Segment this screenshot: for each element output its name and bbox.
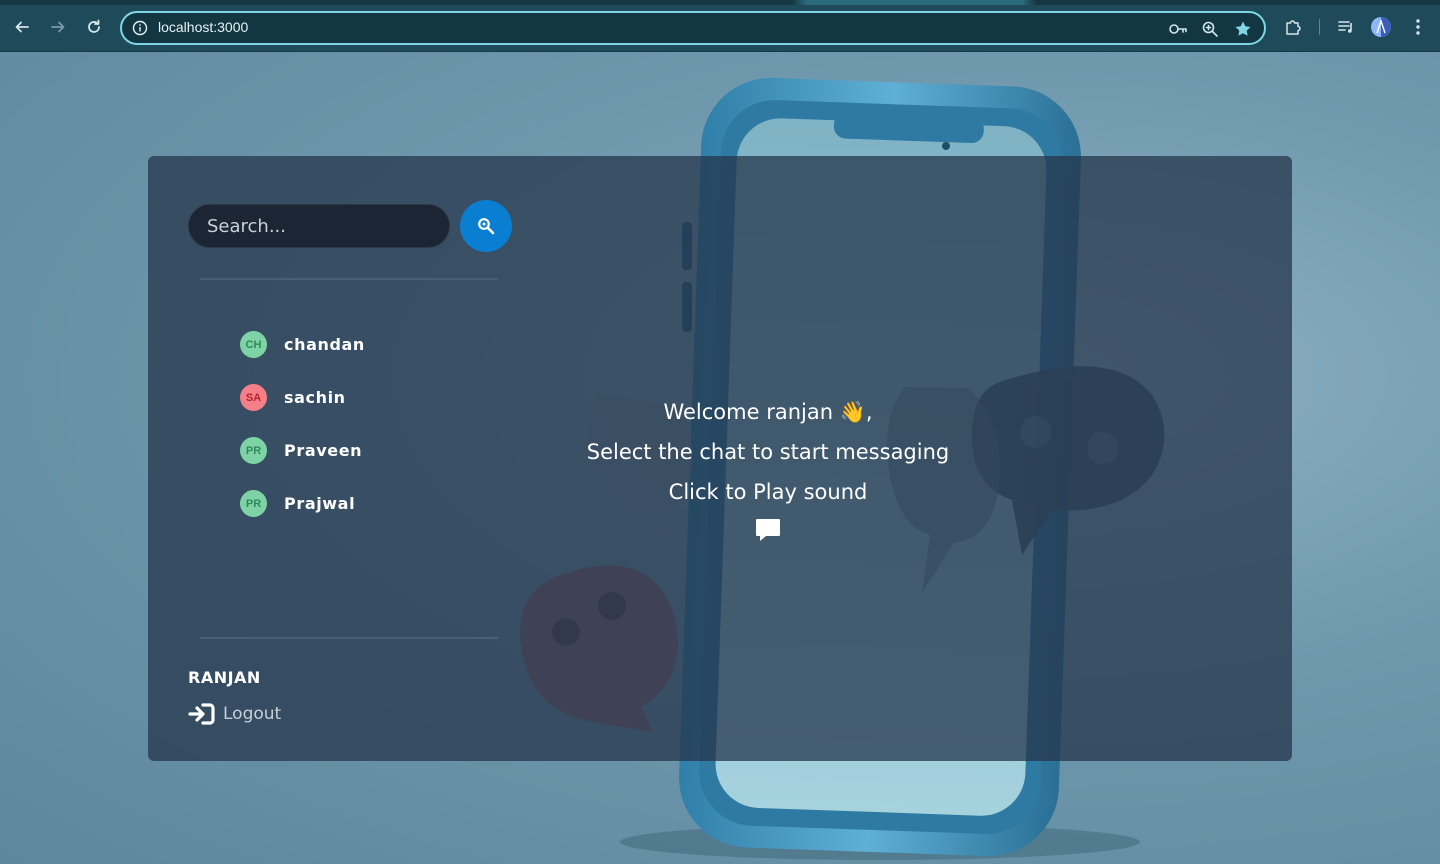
- profile-avatar[interactable]: [1370, 16, 1392, 38]
- zoom-icon[interactable]: [1200, 19, 1220, 39]
- welcome-message: Welcome ranjan 👋, Select the chat to sta…: [518, 392, 1018, 557]
- message-icon[interactable]: [754, 516, 782, 557]
- avatar: SA: [240, 384, 267, 411]
- contact-name: chandan: [284, 335, 365, 354]
- divider: [200, 278, 498, 280]
- contact-item-chandan[interactable]: CH chandan: [240, 318, 500, 371]
- logout-label: Logout: [223, 704, 282, 724]
- current-user-name: RANJAN: [188, 668, 261, 687]
- toolbar-separator: [1319, 19, 1320, 35]
- bookmark-star-icon[interactable]: [1233, 19, 1253, 39]
- divider: [200, 637, 498, 639]
- search-input[interactable]: [188, 204, 450, 248]
- site-info-icon[interactable]: [132, 20, 148, 36]
- contact-name: Praveen: [284, 441, 363, 460]
- sidebar: CH chandan SA sachin PR Praveen PR Prajw…: [148, 156, 518, 761]
- contact-item-praveen[interactable]: PR Praveen: [240, 424, 500, 477]
- reload-icon[interactable]: [83, 16, 105, 38]
- welcome-greeting: Welcome ranjan 👋,: [663, 400, 873, 424]
- address-bar[interactable]: localhost:3000: [120, 11, 1266, 45]
- contact-item-sachin[interactable]: SA sachin: [240, 371, 500, 424]
- media-queue-icon[interactable]: [1335, 16, 1357, 38]
- tab-strip: [0, 0, 1440, 5]
- avatar: CH: [240, 331, 267, 358]
- avatar: PR: [240, 490, 267, 517]
- contact-name: sachin: [284, 388, 346, 407]
- extensions-icon[interactable]: [1282, 16, 1304, 38]
- play-sound-text[interactable]: Click to Play sound: [518, 472, 1018, 512]
- avatar: PR: [240, 437, 267, 464]
- url-text[interactable]: localhost:3000: [158, 19, 248, 35]
- browser-toolbar: localhost:3000: [0, 0, 1440, 52]
- password-key-icon[interactable]: [1168, 19, 1188, 39]
- welcome-instruction: Select the chat to start messaging: [586, 440, 950, 464]
- logout-button[interactable]: Logout: [188, 702, 281, 726]
- search-button[interactable]: [460, 200, 512, 252]
- more-menu-icon[interactable]: [1407, 16, 1429, 38]
- logout-icon: [188, 703, 215, 725]
- search-icon: [477, 217, 495, 235]
- back-icon[interactable]: [11, 16, 33, 38]
- chat-panel: CH chandan SA sachin PR Praveen PR Prajw…: [148, 156, 1292, 761]
- contact-list: CH chandan SA sachin PR Praveen PR Prajw…: [240, 318, 500, 530]
- contact-item-prajwal[interactable]: PR Prajwal: [240, 477, 500, 530]
- forward-icon[interactable]: [47, 16, 69, 38]
- contact-name: Prajwal: [284, 494, 356, 513]
